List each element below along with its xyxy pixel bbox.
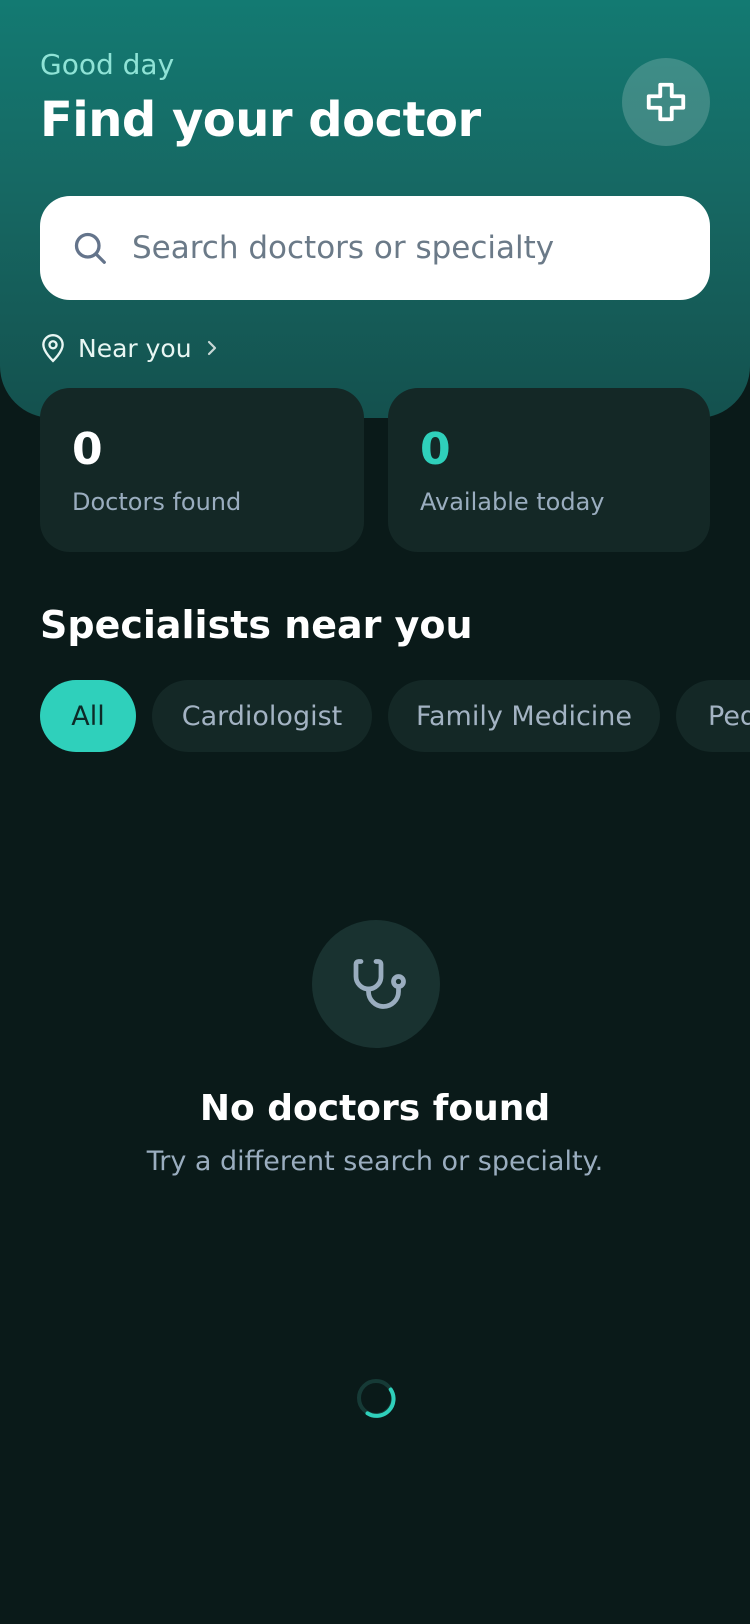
page-title: Find your doctor <box>40 92 481 148</box>
empty-state-title: No doctors found <box>199 1088 551 1129</box>
empty-state-subtitle: Try a different search or specialty. <box>146 1146 604 1177</box>
search-icon <box>74 232 106 264</box>
search-bar[interactable] <box>40 196 710 300</box>
section-title: Specialists near you <box>40 603 473 647</box>
location-pin-icon <box>42 333 64 363</box>
chip-family-medicine[interactable]: Family Medicine <box>388 680 660 752</box>
chevron-right-icon <box>207 340 216 356</box>
empty-state-icon-wrap <box>312 920 440 1048</box>
header: Good day Find your doctor Near you <box>0 0 750 418</box>
medical-plus-button[interactable] <box>622 58 710 146</box>
stethoscope-icon <box>353 959 406 1009</box>
stat-value: 0 <box>72 424 103 475</box>
loading-spinner-icon <box>357 1379 396 1418</box>
stat-label: Doctors found <box>72 488 242 516</box>
location-selector[interactable]: Near you <box>40 330 220 366</box>
stat-card-doctors-found: 0 Doctors found <box>40 388 364 552</box>
app-screen: Good day Find your doctor Near you <box>0 0 750 1624</box>
chip-cardiologist[interactable]: Cardiologist <box>152 680 372 752</box>
chip-pediatrics[interactable]: Pediatrics <box>676 680 750 752</box>
stat-label: Available today <box>420 488 605 516</box>
location-label: Near you <box>78 333 192 363</box>
search-input[interactable] <box>132 222 692 274</box>
specialty-chip-row: All Cardiologist Family Medicine Pediatr… <box>40 680 750 752</box>
plus-icon <box>646 82 686 122</box>
greeting-text: Good day <box>40 48 175 81</box>
chip-all[interactable]: All <box>40 680 136 752</box>
stat-card-available-today: 0 Available today <box>388 388 710 552</box>
stat-value: 0 <box>420 424 451 475</box>
